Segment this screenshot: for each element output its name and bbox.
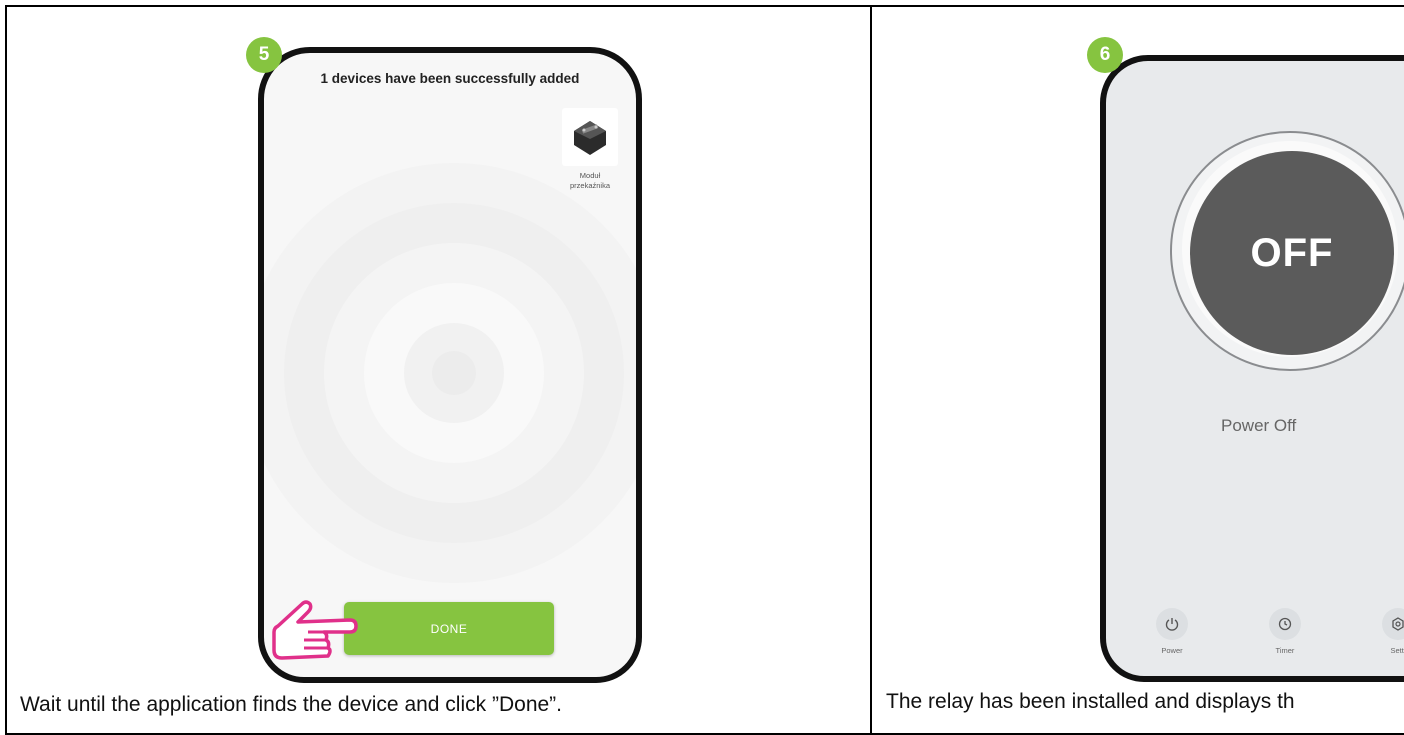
device-name: Moduł przekaźnika (550, 171, 630, 191)
timer-icon (1278, 617, 1292, 631)
success-title: 1 devices have been successfully added (320, 71, 580, 86)
device-thumbnail[interactable] (562, 108, 618, 166)
column-divider (870, 5, 872, 735)
relay-module-icon (574, 121, 606, 155)
pointing-hand-icon (272, 600, 358, 660)
timer-action-button[interactable] (1269, 608, 1301, 640)
power-status-text: Power Off (1221, 416, 1297, 435)
phone-screen-step5: 1 devices have been successfully added M… (258, 47, 642, 683)
device-name-line2: przekaźnika (569, 181, 611, 190)
settings-action-label: Setti (1390, 646, 1404, 655)
power-action-label: Power (1161, 646, 1183, 655)
settings-action-button[interactable] (1382, 608, 1404, 640)
power-toggle-button[interactable]: OFF (1190, 151, 1394, 355)
done-button[interactable]: DONE (344, 602, 554, 655)
power-action-button[interactable] (1156, 608, 1188, 640)
step5-caption: Wait until the application finds the dev… (20, 693, 563, 716)
timer-action-label: Timer (1275, 646, 1295, 655)
step6-caption: The relay has been installed and display… (886, 690, 1295, 713)
settings-icon (1392, 617, 1404, 631)
device-name-line1: Moduł (579, 171, 601, 180)
step-badge-5: 5 (246, 37, 282, 73)
step-badge-6: 6 (1087, 37, 1123, 73)
phone-screen-step6: OFF Power Off Power Timer Setti (1100, 55, 1404, 682)
power-icon (1165, 618, 1179, 631)
